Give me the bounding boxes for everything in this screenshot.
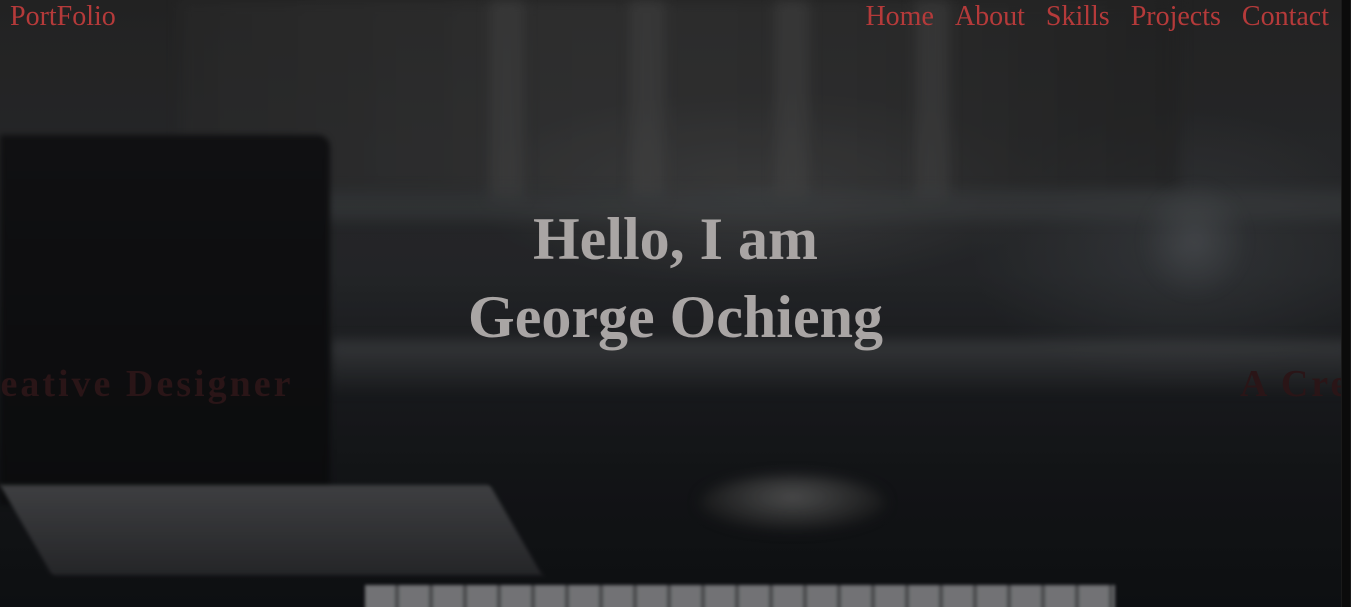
nav-links: Home About Skills Projects Contact xyxy=(865,1,1329,33)
nav-link-contact[interactable]: Contact xyxy=(1242,1,1329,33)
nav-link-projects[interactable]: Projects xyxy=(1131,1,1221,33)
hero-greeting: Hello, I am xyxy=(533,206,818,272)
tagline-marquee-left: A Creative Designer xyxy=(0,363,294,405)
hero-section: PortFolio Home About Skills Projects Con… xyxy=(0,0,1351,607)
nav-link-home[interactable]: Home xyxy=(865,1,933,33)
scrollbar-thumb[interactable] xyxy=(1342,0,1350,607)
scrollbar[interactable] xyxy=(1341,0,1351,607)
nav-link-about[interactable]: About xyxy=(955,1,1025,33)
hero-heading: Hello, I am George Ochieng xyxy=(0,200,1351,356)
nav-link-skills[interactable]: Skills xyxy=(1046,1,1110,33)
navbar: PortFolio Home About Skills Projects Con… xyxy=(0,0,1351,40)
logo-link[interactable]: PortFolio xyxy=(10,1,116,33)
tagline-marquee-right: A Creative Designer xyxy=(1240,363,1351,405)
hero-name: George Ochieng xyxy=(468,284,883,350)
